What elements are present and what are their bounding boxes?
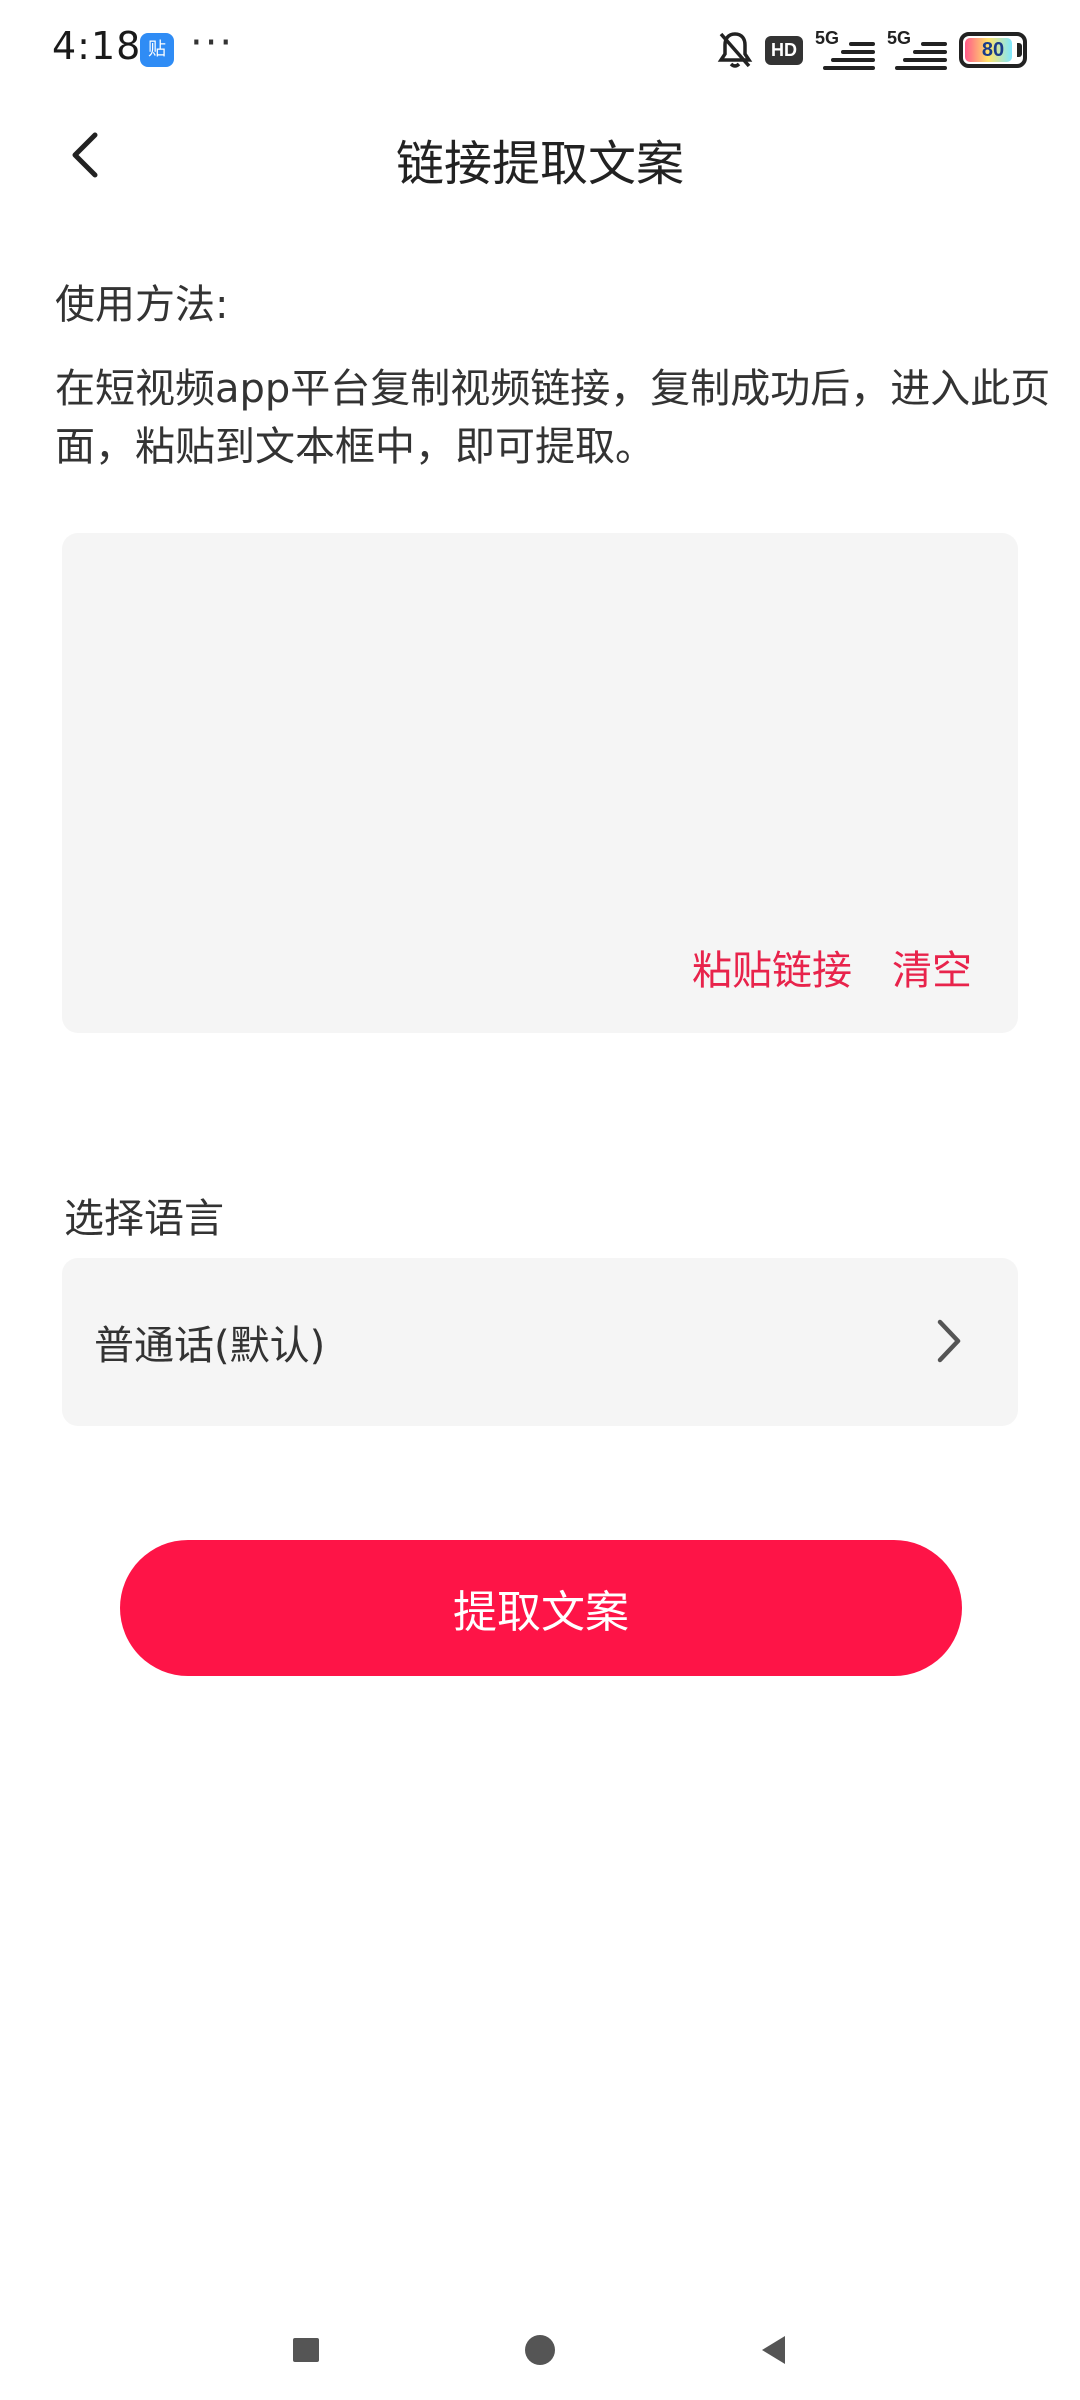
signal-label: 5G [887,28,912,48]
page-title: 链接提取文案 [395,136,684,192]
link-input[interactable] [62,533,1018,913]
signal-label: 5G [815,28,840,48]
nav-back-button[interactable] [744,2320,804,2380]
link-input-card: 粘贴链接 清空 [62,533,1018,1033]
extract-copy-button[interactable]: 提取文案 [120,1540,962,1676]
battery-level: 80 [981,38,1005,61]
usage-heading: 使用方法: [55,282,229,328]
notification-app-icon: 贴 [140,33,174,67]
status-time: 4:18 [52,24,142,68]
status-bar: 4:18 贴 ··· HD 5G 5G 80 [0,0,1080,100]
more-notifications-indicator: ··· [190,20,235,66]
link-input-actions: 粘贴链接 清空 [692,938,972,996]
mute-bell-icon [717,30,753,70]
language-selected-value: 普通话(默认) [94,1323,326,1369]
status-icons: HD 5G 5G 80 [717,28,1027,72]
usage-instructions: 在短视频app平台复制视频链接，复制成功后，进入此页面，粘贴到文本框中，即可提取… [55,366,1051,470]
header: 链接提取文案 [0,100,1080,210]
home-icon [525,2335,555,2365]
battery-icon: 80 [959,32,1027,68]
hd-badge: HD [765,35,803,65]
signal-5g-icon: 5G [815,28,875,70]
signal-5g-icon: 5G [887,28,947,70]
home-button[interactable] [510,2320,570,2380]
clear-button[interactable]: 清空 [892,938,972,996]
language-label: 选择语言 [64,1196,224,1242]
recent-apps-icon [293,2338,319,2362]
screen: 4:18 贴 ··· HD 5G 5G 80 链接提取文案 使用方法: 在短视频… [0,0,1080,2400]
hd-voice-icon: HD [765,35,803,65]
language-select[interactable]: 普通话(默认) [62,1258,1018,1426]
chevron-right-icon [937,1319,961,1363]
paste-link-button[interactable]: 粘贴链接 [692,938,852,996]
system-nav-bar [0,2290,1080,2400]
recent-apps-button[interactable] [276,2320,336,2380]
back-icon [762,2336,785,2364]
